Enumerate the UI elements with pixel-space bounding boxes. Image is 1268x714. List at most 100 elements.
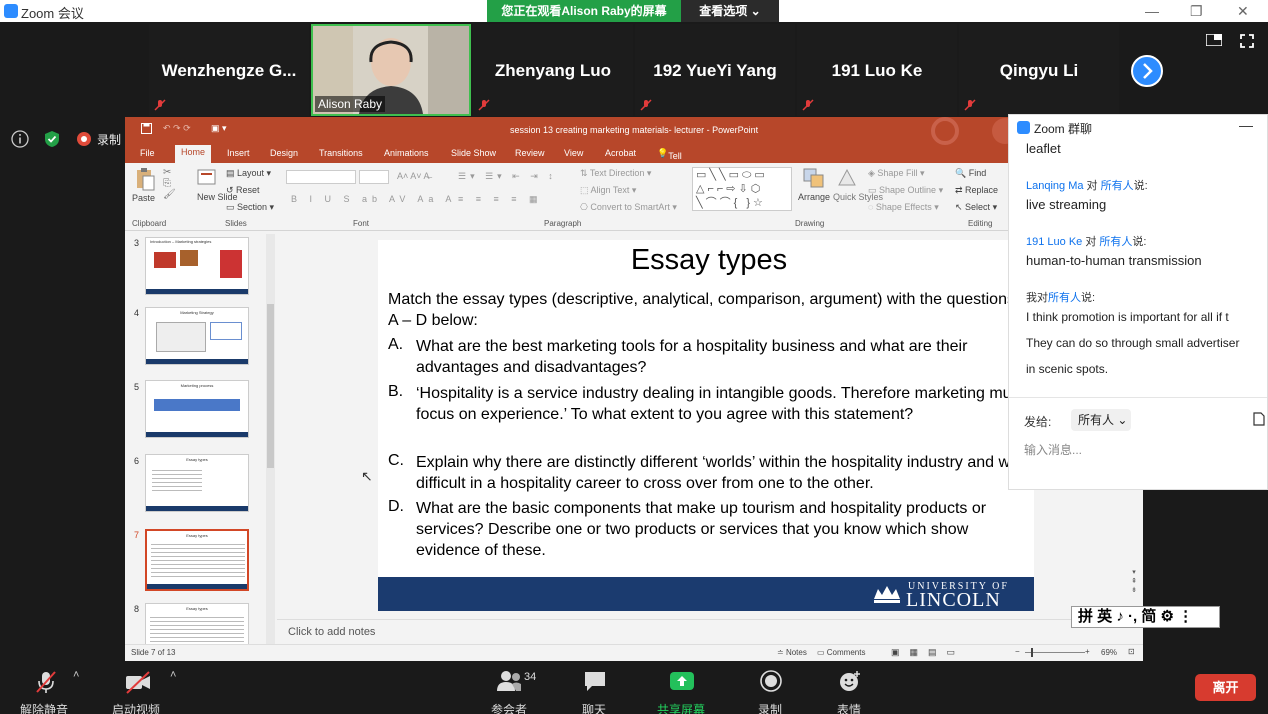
chat-sender[interactable]: 191 Luo Ke	[1026, 236, 1082, 248]
next-page-button[interactable]	[1131, 55, 1163, 87]
participant-tile[interactable]: Qingyu Li	[959, 24, 1119, 116]
layout-button[interactable]: ▤ Layout ▾	[226, 168, 271, 179]
slide-canvas[interactable]: Essay types Match the essay types (descr…	[378, 240, 1034, 611]
reactions-icon[interactable]	[838, 670, 862, 692]
reactions-button-label[interactable]: 表情	[837, 701, 861, 714]
tab-transitions[interactable]: Transitions	[319, 148, 363, 158]
font-grow-shrink-icon[interactable]: A˄ A˅ A̶	[397, 171, 430, 181]
notes-toggle[interactable]: ≐ Notes	[777, 648, 807, 657]
participant-tile[interactable]: Zhenyang Luo	[473, 24, 633, 116]
tab-acrobat[interactable]: Acrobat	[605, 148, 636, 158]
chat-input[interactable]: 输入消息...	[1024, 441, 1082, 458]
section-button[interactable]: ▭ Section ▾	[226, 202, 274, 213]
tell-me-search[interactable]: 💡 Tell me what you want to do...	[657, 148, 687, 221]
select-button[interactable]: ↖ Select ▾	[955, 202, 997, 213]
view-buttons[interactable]: ▣▦▤▭	[891, 647, 965, 658]
zoom-level[interactable]: 69%	[1101, 648, 1117, 657]
tab-view[interactable]: View	[564, 148, 583, 158]
tab-animations[interactable]: Animations	[384, 148, 429, 158]
share-screen-icon[interactable]	[669, 670, 695, 692]
tab-review[interactable]: Review	[515, 148, 545, 158]
security-shield-icon[interactable]	[42, 129, 62, 149]
ime-toolbar[interactable]: 拼 英 ♪ ·, 简 ⚙ ⋮	[1071, 606, 1220, 628]
participant-tile-video[interactable]: Alison Raby	[311, 24, 471, 116]
participant-tile[interactable]: 192 YueYi Yang	[635, 24, 795, 116]
minimize-button[interactable]: —	[1145, 3, 1159, 19]
arrange-icon[interactable]	[803, 168, 825, 188]
mic-muted-icon[interactable]	[34, 670, 58, 694]
font-size-select[interactable]	[359, 170, 389, 184]
save-icon[interactable]	[141, 123, 152, 134]
maximize-button[interactable]: ❐	[1190, 3, 1203, 20]
chat-sender[interactable]: Lanqing Ma	[1026, 180, 1084, 192]
zoom-slider[interactable]	[1025, 652, 1085, 653]
fit-slide-icon[interactable]: ⊡	[1128, 647, 1135, 656]
chat-button-label[interactable]: 聊天	[582, 701, 606, 714]
leave-meeting-button[interactable]: 离开	[1195, 674, 1256, 701]
slide-thumbnail[interactable]: Marketing process	[145, 380, 249, 438]
share-screen-button-label[interactable]: 共享屏幕	[657, 701, 705, 714]
font-name-select[interactable]	[286, 170, 356, 184]
gallery-view-icon[interactable]	[1206, 34, 1222, 46]
present-icon[interactable]: ▣ ▾	[211, 123, 227, 134]
undo-icon[interactable]: ↶ ↷ ⟳	[163, 123, 191, 134]
video-options-caret[interactable]: ˄	[170, 669, 176, 681]
text-direction-button[interactable]: ⇅ Text Direction ▾	[580, 168, 651, 179]
replace-button[interactable]: ⇄ Replace	[955, 185, 998, 196]
unmute-button-label[interactable]: 解除静音	[20, 701, 68, 714]
slide-scroll-controls[interactable]: ▾ ⇞ ⇟	[1129, 568, 1139, 604]
record-icon[interactable]	[76, 131, 92, 147]
chat-recipient[interactable]: 所有人	[1101, 180, 1134, 192]
zoom-out-button[interactable]: −	[1015, 647, 1020, 656]
view-options-button[interactable]: 查看选项 ⌄	[681, 0, 779, 22]
audio-options-caret[interactable]: ˄	[73, 669, 79, 681]
tab-file[interactable]: File	[140, 148, 155, 158]
arrange-label[interactable]: Arrange	[798, 192, 830, 202]
slide-thumbnail[interactable]: Introduction – Marketing strategies	[145, 237, 249, 295]
quick-styles-icon[interactable]	[836, 167, 858, 189]
convert-smartart-button[interactable]: ⎔ Convert to SmartArt ▾	[580, 202, 677, 213]
chat-icon[interactable]	[583, 670, 607, 692]
participants-icon[interactable]	[497, 670, 523, 692]
start-video-button-label[interactable]: 启动视频	[112, 701, 160, 714]
zoom-slider-thumb[interactable]	[1031, 648, 1033, 657]
chat-minimize-button[interactable]: —	[1239, 117, 1253, 133]
notes-pane[interactable]: Click to add notes	[277, 619, 1135, 644]
meeting-info-icon[interactable]	[10, 129, 30, 149]
send-to-select[interactable]: 所有人 ⌄	[1071, 409, 1131, 431]
slide-thumbnail[interactable]: Essay types	[145, 454, 249, 512]
font-format-icons[interactable]: B I U S ab AV Aa A	[291, 194, 456, 204]
record-toolbar-icon[interactable]	[760, 670, 782, 692]
record-button-label[interactable]: 录制	[758, 701, 782, 714]
thumbnail-scrollbar[interactable]	[266, 234, 275, 644]
slide-thumbnail-selected[interactable]: Essay types	[145, 529, 249, 591]
scrollbar-thumb[interactable]	[267, 304, 274, 468]
shapes-gallery[interactable]: ▭╲╲▭⬭▭ △⌐⌐⇨⇩⬡ ╲⌒⌒{ }☆	[692, 167, 792, 211]
tab-insert[interactable]: Insert	[227, 148, 250, 158]
slide-thumbnail[interactable]: Marketing Strategy	[145, 307, 249, 365]
comments-toggle[interactable]: ▭ Comments	[817, 648, 865, 657]
tab-home[interactable]: Home	[175, 145, 212, 163]
participant-tile[interactable]: 191 Luo Ke	[797, 24, 957, 116]
shape-effects-button[interactable]: ◌ Shape Effects ▾	[868, 202, 939, 213]
chat-recipient[interactable]: 所有人	[1048, 292, 1081, 304]
new-slide-icon[interactable]	[197, 167, 217, 187]
reset-button[interactable]: ↺ Reset	[226, 185, 260, 196]
align-text-button[interactable]: ⬚ Align Text ▾	[580, 185, 636, 196]
paste-label[interactable]: Paste	[132, 193, 155, 203]
chat-recipient[interactable]: 所有人	[1099, 236, 1132, 248]
shape-fill-button[interactable]: ◈ Shape Fill ▾	[868, 168, 924, 179]
find-button[interactable]: 🔍 Find	[955, 168, 986, 179]
participants-button-label[interactable]: 参会者	[491, 701, 527, 714]
fullscreen-icon[interactable]	[1240, 34, 1254, 48]
file-icon[interactable]	[1253, 412, 1265, 426]
close-button[interactable]: ✕	[1237, 3, 1249, 20]
tab-design[interactable]: Design	[270, 148, 298, 158]
clipboard-tools-icon[interactable]: ✂ ⎘ 🖌	[163, 167, 176, 200]
list-icons[interactable]: ☰▾ ☰▾ ⇤ ⇥ ↕	[458, 171, 557, 182]
paste-icon[interactable]	[135, 167, 155, 191]
tab-slide-show[interactable]: Slide Show	[451, 148, 496, 158]
shape-outline-button[interactable]: ▭ Shape Outline ▾	[868, 185, 943, 196]
align-icons[interactable]: ≡ ≡ ≡ ≡ ▦	[458, 194, 543, 205]
participant-tile[interactable]: Wenzhengze G...	[149, 24, 309, 116]
